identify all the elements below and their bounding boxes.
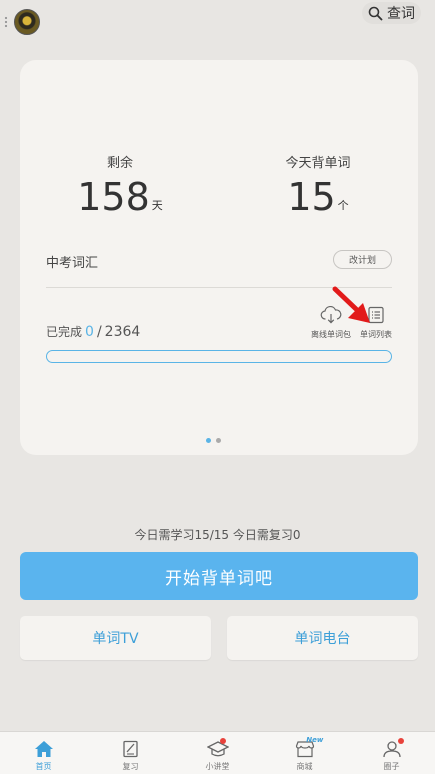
progress-bar (46, 350, 392, 363)
tab-review[interactable]: 复习 (87, 732, 174, 774)
home-icon (34, 741, 53, 757)
top-bar: 查词 (0, 0, 435, 44)
word-tv-button[interactable]: 单词TV (20, 616, 211, 660)
red-arrow-annotation (332, 286, 370, 323)
plan-card: 剩余 158 天 今天背单词 15 个 中考词汇 改计划 已完成 0 / 236… (20, 60, 418, 455)
tab-store-label: 商城 (296, 762, 313, 771)
plan-name: 中考词汇 (46, 256, 99, 271)
completed-count: 0 (85, 324, 94, 340)
progress-separator: / (96, 324, 102, 340)
remaining-unit: 天 (151, 199, 163, 212)
lookup-label: 查词 (387, 6, 415, 22)
tab-circle-label: 圈子 (383, 762, 400, 771)
tab-circle[interactable]: 圈子 (348, 732, 435, 774)
bottom-tab-bar: 首页 复习 小讲堂 New 商城 圈子 (0, 731, 435, 774)
review-icon (122, 740, 138, 758)
page-dot-1[interactable] (206, 438, 211, 443)
page-dot-2[interactable] (216, 438, 221, 443)
tab-lecture-label: 小讲堂 (205, 762, 230, 771)
search-icon (368, 6, 383, 20)
remaining-days-stat: 剩余 158 天 (50, 152, 190, 217)
tab-lecture[interactable]: 小讲堂 (174, 732, 261, 774)
store-new-tag: New (306, 736, 324, 744)
change-plan-button[interactable]: 改计划 (333, 250, 392, 269)
tab-home-label: 首页 (35, 762, 52, 771)
avatar[interactable] (14, 9, 40, 35)
remaining-caption: 剩余 (106, 156, 133, 171)
tab-home[interactable]: 首页 (0, 732, 87, 774)
today-unit: 个 (337, 199, 349, 212)
today-value: 15 (287, 175, 336, 219)
start-learning-button[interactable]: 开始背单词吧 (20, 552, 418, 600)
tab-store[interactable]: New 商城 (261, 732, 348, 774)
today-words-stat: 今天背单词 15 个 (248, 152, 388, 217)
drag-handle-icon (4, 16, 8, 28)
page-indicator (206, 438, 221, 443)
today-caption: 今天背单词 (285, 156, 351, 171)
word-radio-button[interactable]: 单词电台 (227, 616, 418, 660)
today-summary: 今日需学习15/15 今日需复习0 (134, 528, 301, 542)
completed-label: 已完成 (46, 325, 83, 339)
circle-notification-dot (398, 738, 405, 744)
total-count: 2364 (104, 324, 141, 340)
remaining-value: 158 (77, 175, 150, 219)
lookup-button[interactable]: 查词 (362, 2, 421, 24)
completed-progress-text: 已完成 0 / 2364 (46, 323, 140, 340)
tab-review-label: 复习 (122, 762, 139, 771)
